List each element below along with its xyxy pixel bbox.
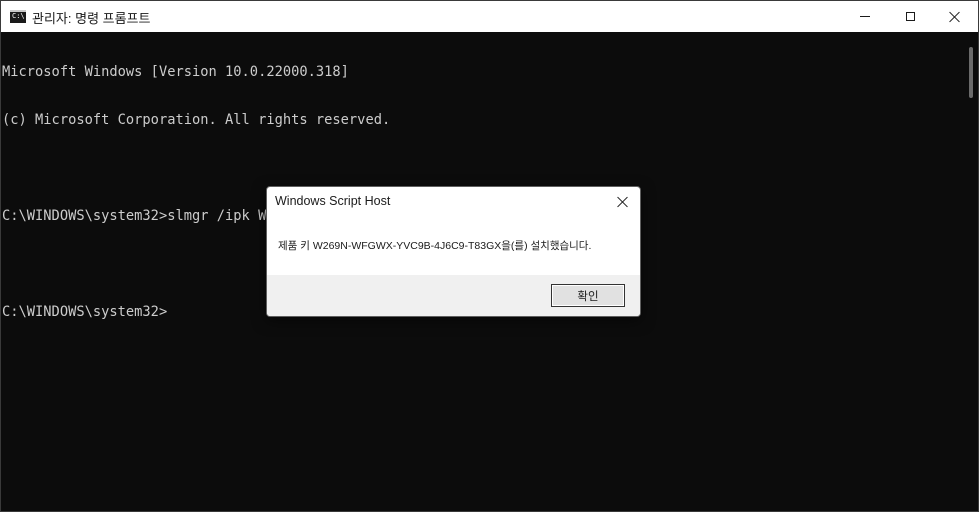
maximize-icon	[905, 12, 915, 21]
title-bar[interactable]: C:\ 관리자: 명령 프롬프트	[1, 1, 978, 32]
close-icon	[617, 196, 629, 208]
minimize-button[interactable]	[842, 1, 888, 32]
maximize-button[interactable]	[887, 1, 933, 32]
dialog-message: 제품 키 W269N-WFGWX-YVC9B-4J6C9-T83GX을(를) 설…	[278, 240, 592, 252]
scrollbar-thumb[interactable]	[969, 47, 973, 98]
vertical-scrollbar[interactable]	[964, 32, 978, 511]
close-icon	[949, 11, 961, 23]
minimize-icon	[860, 16, 870, 17]
message-dialog: Windows Script Host 제품 키 W269N-WFGWX-YVC…	[266, 186, 641, 317]
console-line: (c) Microsoft Corporation. All rights re…	[2, 112, 391, 128]
console-line: Microsoft Windows [Version 10.0.22000.31…	[2, 64, 349, 80]
dialog-footer: 확인	[267, 275, 640, 316]
dialog-close-button[interactable]	[608, 189, 638, 215]
cmd-icon: C:\	[10, 10, 26, 23]
close-button[interactable]	[932, 1, 978, 32]
ok-button[interactable]: 확인	[551, 284, 625, 307]
command-prompt-window: C:\ 관리자: 명령 프롬프트 Microsoft Windows [Vers…	[0, 0, 979, 512]
window-title: 관리자: 명령 프롬프트	[32, 11, 151, 26]
dialog-title: Windows Script Host	[275, 194, 391, 208]
